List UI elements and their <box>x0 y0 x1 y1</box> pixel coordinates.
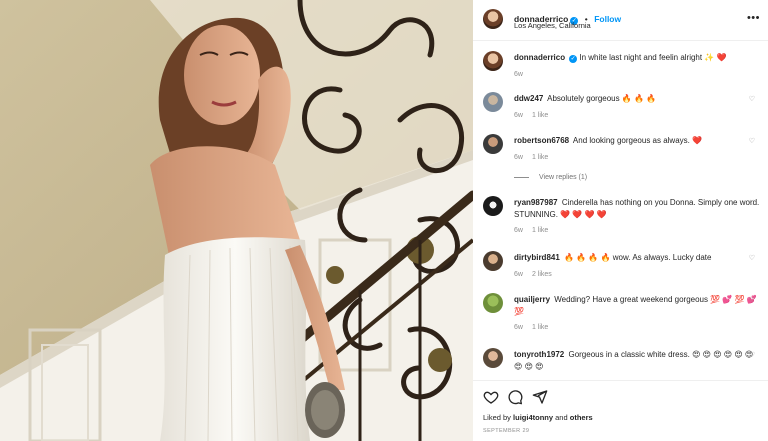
comment-likes[interactable]: 1 like <box>532 112 548 119</box>
comment-icon[interactable] <box>507 389 523 405</box>
photo-illustration <box>0 0 473 441</box>
heart-icon[interactable]: ♡ <box>749 254 755 262</box>
view-replies-line <box>514 176 529 178</box>
liked-by-line: Liked by luigi4tonny and others <box>483 413 593 422</box>
comment-time: 6w <box>514 70 523 78</box>
comment-likes[interactable]: 2 likes <box>532 271 552 278</box>
heart-icon[interactable]: ♡ <box>749 95 755 103</box>
comment-time: 6w <box>514 227 523 234</box>
heart-icon[interactable]: ♡ <box>749 351 755 359</box>
caption-text: In white last night and feelin alright ✨… <box>579 53 727 62</box>
comment-meta: 6w 2 likes <box>514 269 762 281</box>
post-side-panel: donnaderrico ✓ • Follow Los Angeles, Cali… <box>473 0 768 441</box>
comment-likes[interactable]: 1 like <box>532 324 548 331</box>
post-header: donnaderrico ✓ • Follow Los Angeles, Cali… <box>473 0 768 41</box>
comment-text: 🔥 🔥 🔥 🔥 wow. As always. Lucky date <box>564 253 712 262</box>
comment-body: dirtybird841 🔥 🔥 🔥 🔥 wow. As always. Luc… <box>514 252 762 280</box>
follow-button[interactable]: Follow <box>594 14 621 24</box>
comment-meta: 6w 1 like <box>514 110 762 122</box>
comment-username[interactable]: ryan987987 <box>514 198 558 207</box>
comment-likes[interactable]: 1 like <box>532 154 548 161</box>
avatar[interactable] <box>483 51 503 71</box>
heart-icon[interactable] <box>483 389 499 405</box>
view-replies-button[interactable]: View replies (1) <box>514 174 587 181</box>
liked-by-and: and <box>555 413 568 422</box>
comment-body: ddw247 Absolutely gorgeous 🔥 🔥 🔥 6w 1 lik… <box>514 93 762 121</box>
comment-meta: 6w 1 like <box>514 322 762 334</box>
comment-body: robertson6768 And looking gorgeous as al… <box>514 135 762 163</box>
comment-likes[interactable]: 1 like <box>532 227 548 234</box>
post-photo[interactable] <box>0 0 473 441</box>
comments-list[interactable]: donnaderrico ✓ In white last night and fe… <box>473 41 768 373</box>
comment-time: 6w <box>514 270 523 278</box>
action-bar <box>473 380 768 410</box>
author-avatar[interactable] <box>483 9 503 29</box>
comment-time: 6w <box>514 153 523 161</box>
heart-icon[interactable]: ♡ <box>749 296 755 304</box>
liked-by-user[interactable]: luigi4tonny <box>513 413 553 422</box>
caption-body: donnaderrico ✓ In white last night and fe… <box>514 52 762 80</box>
comment-text: Absolutely gorgeous 🔥 🔥 🔥 <box>547 94 657 103</box>
view-replies-label: View replies (1) <box>539 174 588 181</box>
comment-username[interactable]: ddw247 <box>514 94 543 103</box>
comment-text: Wedding? Have a great weekend gorgeous 💯… <box>514 295 757 316</box>
share-icon[interactable] <box>532 389 548 405</box>
avatar[interactable] <box>483 134 503 154</box>
comment-body: tonyroth1972 Gorgeous in a classic white… <box>514 349 762 372</box>
comment-username[interactable]: dirtybird841 <box>514 253 560 262</box>
heart-icon[interactable]: ♡ <box>749 137 755 145</box>
verified-icon: ✓ <box>569 55 578 63</box>
comment-meta: 6w 1 like <box>514 225 762 237</box>
comment-username[interactable]: quailjerry <box>514 295 550 304</box>
comment-meta: 6w 1 like <box>514 152 762 164</box>
post-location[interactable]: Los Angeles, California <box>514 21 591 30</box>
avatar[interactable] <box>483 251 503 271</box>
avatar[interactable] <box>483 348 503 368</box>
comment-body: ryan987987 Cinderella has nothing on you… <box>514 197 762 237</box>
comment-username[interactable]: robertson6768 <box>514 136 569 145</box>
more-options-icon[interactable]: ••• <box>747 12 760 24</box>
comment-username[interactable]: tonyroth1972 <box>514 350 564 359</box>
comment-time: 6w <box>514 111 523 119</box>
avatar[interactable] <box>483 196 503 216</box>
avatar[interactable] <box>483 92 503 112</box>
liked-by-prefix: Liked by <box>483 413 511 422</box>
caption-username[interactable]: donnaderrico <box>514 53 565 62</box>
heart-icon[interactable]: ♡ <box>749 199 755 207</box>
post-date[interactable]: SEPTEMBER 29 <box>483 428 529 434</box>
liked-by-others[interactable]: others <box>570 413 593 422</box>
comment-text: And looking gorgeous as always. ❤️ <box>572 136 703 145</box>
comment-meta: 6w <box>514 69 762 81</box>
avatar[interactable] <box>483 293 503 313</box>
comment-time: 6w <box>514 324 523 331</box>
comment-body: quailjerry Wedding? Have a great weekend… <box>514 294 762 334</box>
